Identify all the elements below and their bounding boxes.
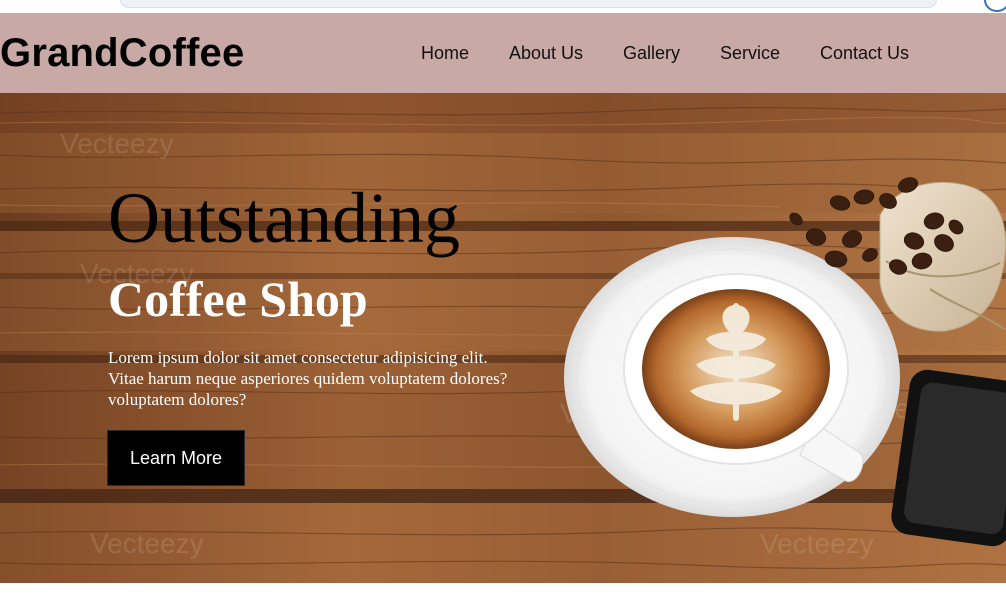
coffee-cup-image	[564, 237, 900, 517]
page-bottom-strip	[0, 583, 1006, 597]
hero-title: Outstanding	[108, 178, 460, 258]
learn-more-button[interactable]: Learn More	[108, 431, 244, 485]
address-bar[interactable]	[120, 0, 937, 8]
nav-about-us[interactable]: About Us	[509, 43, 583, 64]
hero-background-image: Vecteezy Vecteezy Vecteezy Vecteezy Vect…	[0, 93, 1006, 583]
nav-gallery[interactable]: Gallery	[623, 43, 680, 64]
profile-icon[interactable]	[984, 0, 1006, 12]
nav-service[interactable]: Service	[720, 43, 780, 64]
svg-text:Vecteezy: Vecteezy	[90, 528, 204, 559]
hero-subtitle: Coffee Shop	[108, 271, 368, 327]
browser-top-strip	[0, 0, 1006, 13]
nav-home[interactable]: Home	[421, 43, 469, 64]
site-header: GrandCoffee Home About Us Gallery Servic…	[0, 13, 1006, 93]
svg-text:Vecteezy: Vecteezy	[60, 128, 174, 159]
main-nav: Home About Us Gallery Service Contact Us	[0, 43, 1006, 67]
svg-text:Vecteezy: Vecteezy	[760, 528, 874, 559]
hero-description: Lorem ipsum dolor sit amet consectetur a…	[108, 348, 508, 409]
burlap-sack-image	[879, 182, 1006, 332]
nav-contact-us[interactable]: Contact Us	[820, 43, 909, 64]
hero-section: Vecteezy Vecteezy Vecteezy Vecteezy Vect…	[0, 93, 1006, 583]
